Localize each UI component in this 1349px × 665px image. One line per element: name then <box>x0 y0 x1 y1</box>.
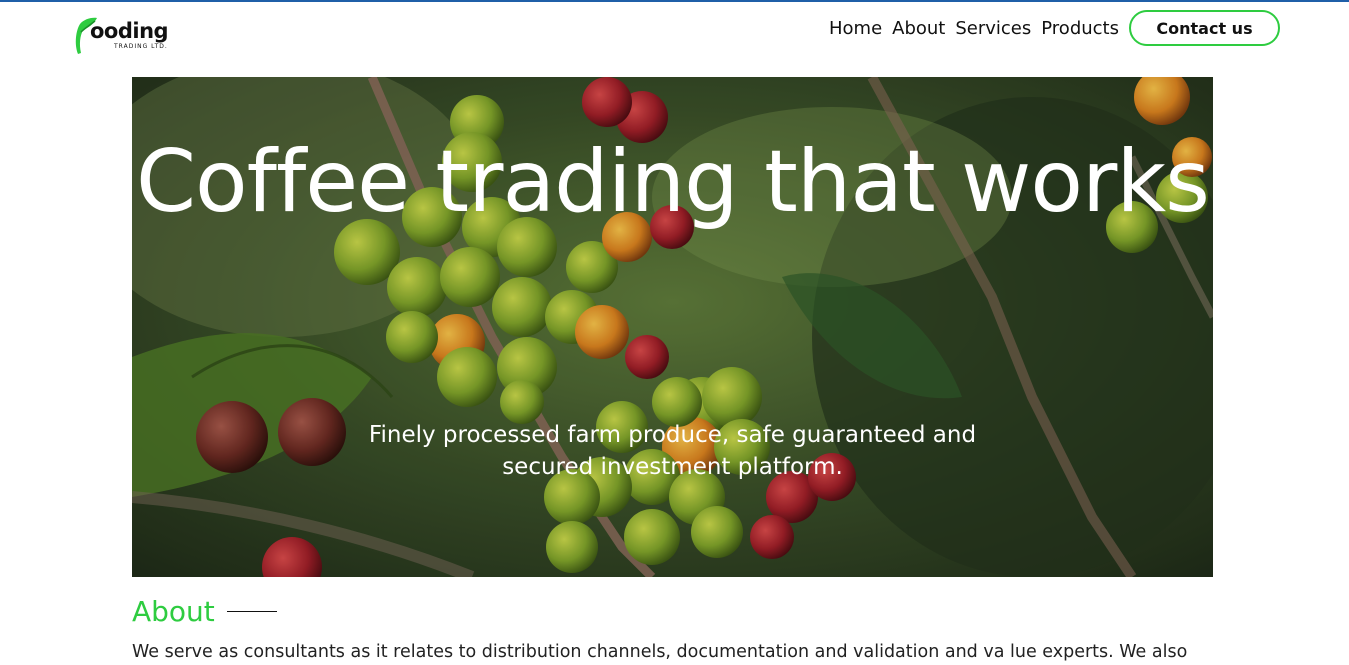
about-heading: About <box>132 595 215 628</box>
nav-products[interactable]: Products <box>1041 18 1119 39</box>
main-nav: Home About Services Products Contact us <box>829 10 1280 46</box>
contact-us-button[interactable]: Contact us <box>1129 10 1280 46</box>
about-paragraph: We serve as consultants as it relates to… <box>132 642 1188 662</box>
brand-wordmark: ooding <box>90 19 169 43</box>
hero-banner: Coffee trading that works Finely process… <box>132 77 1213 577</box>
heading-divider <box>226 611 277 612</box>
site-header: ooding TRADING LTD. Home About Services … <box>0 2 1349 77</box>
about-heading-row: About <box>132 595 277 628</box>
hero-subtitle: Finely processed farm produce, safe guar… <box>368 422 977 480</box>
brand-logo[interactable]: ooding TRADING LTD. <box>70 16 182 58</box>
nav-about[interactable]: About <box>892 18 945 39</box>
brand-tagline: TRADING LTD. <box>114 43 168 50</box>
hero-title: Coffee trading that works <box>136 132 1210 232</box>
nav-services[interactable]: Services <box>955 18 1031 39</box>
nav-home[interactable]: Home <box>829 18 882 39</box>
